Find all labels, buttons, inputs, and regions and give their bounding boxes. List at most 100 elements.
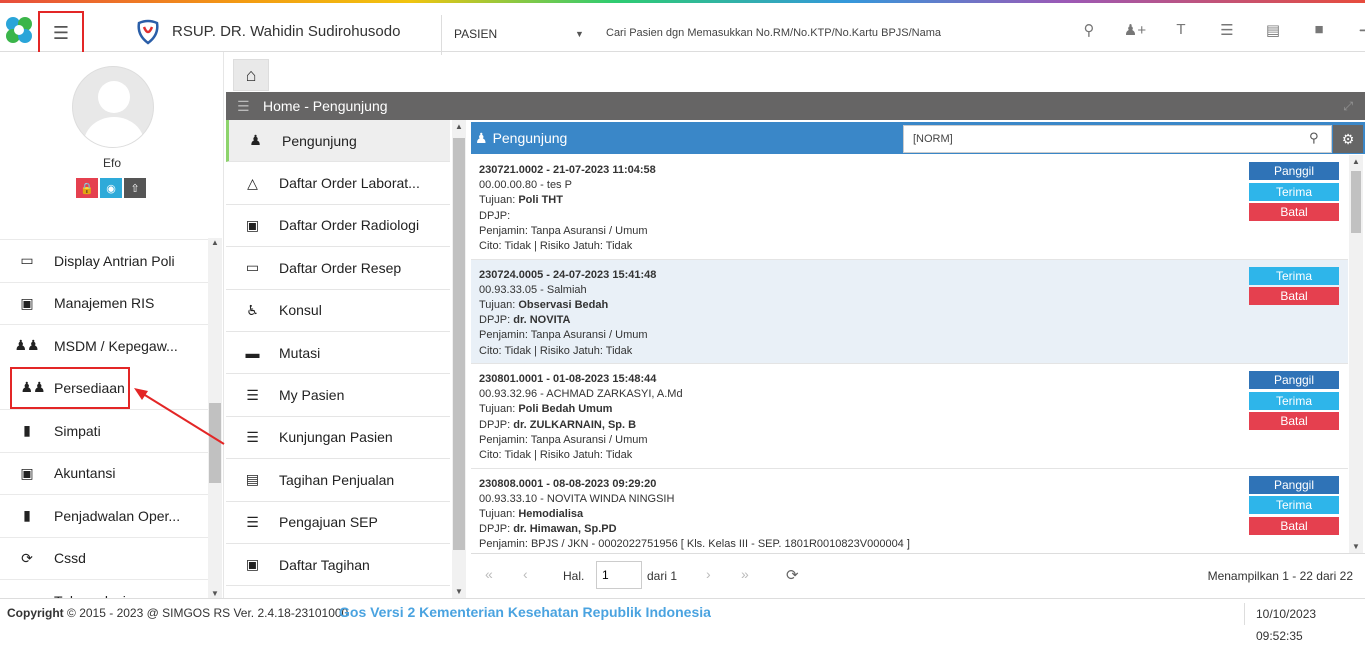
menu-toggle-button[interactable]: ☰ <box>38 11 84 55</box>
submenu-item-pengajuan-sep[interactable]: ☰ Pengajuan SEP <box>226 502 450 544</box>
list-item[interactable]: 230801.0001 - 01-08-2023 15:48:44 00.93.… <box>471 364 1348 469</box>
terima-button[interactable]: Terima <box>1249 391 1339 410</box>
submenu-item-label: Pengunjung <box>282 132 357 149</box>
submenu-scrollbar[interactable]: ▲ ▼ <box>452 120 466 598</box>
list-icon: ☰ <box>246 428 259 445</box>
submenu-item-my-pasien[interactable]: ☰ My Pasien <box>226 374 450 417</box>
avatar <box>72 66 154 148</box>
sidebar-item-cssd[interactable]: ⟳ Cssd <box>0 536 208 580</box>
sidebar-item-akuntansi[interactable]: ▣ Akuntansi <box>0 451 208 495</box>
terima-button[interactable]: Terima <box>1249 182 1339 201</box>
terima-button[interactable]: Terima <box>1249 266 1339 285</box>
list-icon[interactable]: ☰ <box>1204 21 1250 39</box>
patient-search-input[interactable] <box>606 27 1046 39</box>
dpjp-label: DPJP: <box>479 314 514 327</box>
refresh-icon[interactable]: ⟳ <box>786 566 799 584</box>
batal-button[interactable]: Batal <box>1249 287 1339 306</box>
search-icon[interactable]: ⚲ <box>1309 130 1319 146</box>
list-item[interactable]: 230724.0005 - 24-07-2023 15:41:48 00.93.… <box>471 259 1348 364</box>
panggil-button[interactable]: Panggil <box>1249 371 1339 389</box>
submenu-item-tagihan-penjualan[interactable]: ▤ Tagihan Penjualan <box>226 459 450 502</box>
page-info: Menampilkan 1 - 22 dari 22 <box>1207 569 1353 583</box>
hamburger-icon[interactable]: ☰ <box>237 92 250 120</box>
panggil-button[interactable]: Panggil <box>1249 162 1339 180</box>
submenu-item-order-resep[interactable]: ▭ Daftar Order Resep <box>226 247 450 290</box>
tujuan-value: Observasi Bedah <box>518 298 609 311</box>
first-page-icon[interactable]: « <box>485 566 493 582</box>
logout-icon[interactable]: ➜ <box>1342 21 1365 39</box>
batal-button[interactable]: Batal <box>1249 516 1339 535</box>
gear-icon[interactable]: ⚙ <box>1333 125 1363 153</box>
list-scrollbar[interactable]: ▲ ▼ <box>1349 155 1363 553</box>
expand-icon[interactable]: ⤢ <box>1343 92 1353 120</box>
submenu-item-order-radiologi[interactable]: ▣ Daftar Order Radiologi <box>226 205 450 248</box>
prev-page-icon[interactable]: ‹ <box>523 566 528 582</box>
scrollbar-thumb[interactable] <box>209 403 221 483</box>
users-icon: ♟♟ <box>14 337 40 354</box>
search-type-select[interactable]: PASIEN ▼ <box>441 15 591 55</box>
scrollbar-thumb[interactable] <box>1351 171 1361 233</box>
submenu-item-mutasi[interactable]: ▬ Mutasi <box>226 332 450 375</box>
panggil-button[interactable]: Panggil <box>1249 475 1339 494</box>
submenu-item-daftar-tagihan[interactable]: ▣ Daftar Tagihan <box>226 544 450 587</box>
sidebar-item-display-antrian-poli[interactable]: ▭ Display Antrian Poli <box>0 239 208 282</box>
page-input[interactable] <box>596 561 642 589</box>
record-tujuan: Tujuan: Poli Bedah Umum <box>479 402 1340 417</box>
last-page-icon[interactable]: » <box>741 566 749 582</box>
submenu-item-konsul[interactable]: ♿ Konsul <box>226 290 450 332</box>
eraser-icon: ▭ <box>245 259 260 276</box>
record-patient: 00.93.33.05 - Salmiah <box>479 283 587 296</box>
submenu-item-label: Daftar Order Laborat... <box>279 175 420 192</box>
bed-icon: ▬ <box>245 344 260 361</box>
terima-button[interactable]: Terima <box>1249 496 1339 515</box>
caret-down-icon: ▼ <box>575 29 584 39</box>
list-item[interactable]: 230808.0001 - 08-08-2023 09:29:20 00.93.… <box>471 469 1348 554</box>
record-id-date: 230808.0001 - 08-08-2023 09:29:20 <box>479 477 657 490</box>
dpjp-value: dr. NOVITA <box>513 314 571 327</box>
pdf-icon[interactable]: ▤ <box>1250 21 1296 39</box>
text-icon[interactable]: T <box>1158 21 1204 39</box>
record-tujuan: Tujuan: Observasi Bedah <box>479 298 1340 313</box>
submenu-item-kunjungan-pasien[interactable]: ☰ Kunjungan Pasien <box>226 417 450 460</box>
scrollbar-thumb[interactable] <box>453 138 465 550</box>
record-id-date: 230721.0002 - 21-07-2023 11:04:58 <box>479 164 656 176</box>
scroll-up-icon[interactable]: ▲ <box>1349 157 1363 166</box>
copyright-icon: © <box>67 606 76 620</box>
page-total: dari 1 <box>647 569 678 583</box>
sidebar-item-penjadwalan-operasi[interactable]: ▮ Penjadwalan Oper... <box>0 494 208 537</box>
add-user-icon[interactable]: ♟+ <box>1112 21 1158 39</box>
batal-button[interactable]: Batal <box>1249 203 1339 222</box>
scroll-up-icon[interactable]: ▲ <box>208 238 222 247</box>
sidebar-scrollbar[interactable]: ▲ ▼ <box>208 238 222 598</box>
submenu-item-order-lab[interactable]: △ Daftar Order Laborat... <box>226 162 450 205</box>
scroll-up-icon[interactable]: ▲ <box>452 122 466 131</box>
user-silhouette-icon <box>84 81 144 147</box>
submenu-item-label: My Pasien <box>279 387 345 404</box>
norm-filter-input[interactable] <box>903 125 1332 153</box>
copyright-text: 2015 - 2023 @ SIMGOS RS Ver. 2.4.18-2310… <box>79 606 349 620</box>
home-button[interactable]: ⌂ <box>233 59 269 91</box>
sidebar-item-simpati[interactable]: ▮ Simpati <box>0 409 208 452</box>
scroll-down-icon[interactable]: ▼ <box>452 587 466 596</box>
sidebar-item-msdm[interactable]: ♟♟ MSDM / Kepegaw... <box>0 324 208 367</box>
search-icon[interactable]: ⚲ <box>1066 21 1112 39</box>
sidebar-item-persediaan[interactable]: ♟♟ Persediaan <box>10 366 130 409</box>
batal-button[interactable]: Batal <box>1249 412 1339 431</box>
sidebar-item-label: Akuntansi <box>54 465 116 482</box>
scroll-down-icon[interactable]: ▼ <box>208 589 222 598</box>
submenu-item-pengunjung[interactable]: ♟ Pengunjung <box>226 120 450 163</box>
camera-button[interactable]: ◉ <box>100 178 122 198</box>
lock-button[interactable]: 🔒 <box>76 178 98 198</box>
footer: Copyright © 2015 - 2023 @ SIMGOS RS Ver.… <box>0 598 1365 643</box>
next-page-icon[interactable]: › <box>706 566 711 582</box>
scroll-down-icon[interactable]: ▼ <box>1349 542 1363 551</box>
sidebar-item-label: Cssd <box>54 550 86 567</box>
list-item[interactable]: 230721.0002 - 21-07-2023 11:04:58 00.00.… <box>471 155 1348 260</box>
list-title-text: Pengunjung <box>492 130 568 146</box>
upload-button[interactable]: ⇧ <box>124 178 146 198</box>
folder-icon[interactable]: ■ <box>1296 21 1342 39</box>
submenu-item-label: Mutasi <box>279 344 321 361</box>
sidebar-item-manajemen-ris[interactable]: ▣ Manajemen RIS <box>0 281 208 325</box>
tujuan-value: Hemodialisa <box>518 507 584 520</box>
visitor-list: 230721.0002 - 21-07-2023 11:04:58 00.00.… <box>471 155 1348 553</box>
